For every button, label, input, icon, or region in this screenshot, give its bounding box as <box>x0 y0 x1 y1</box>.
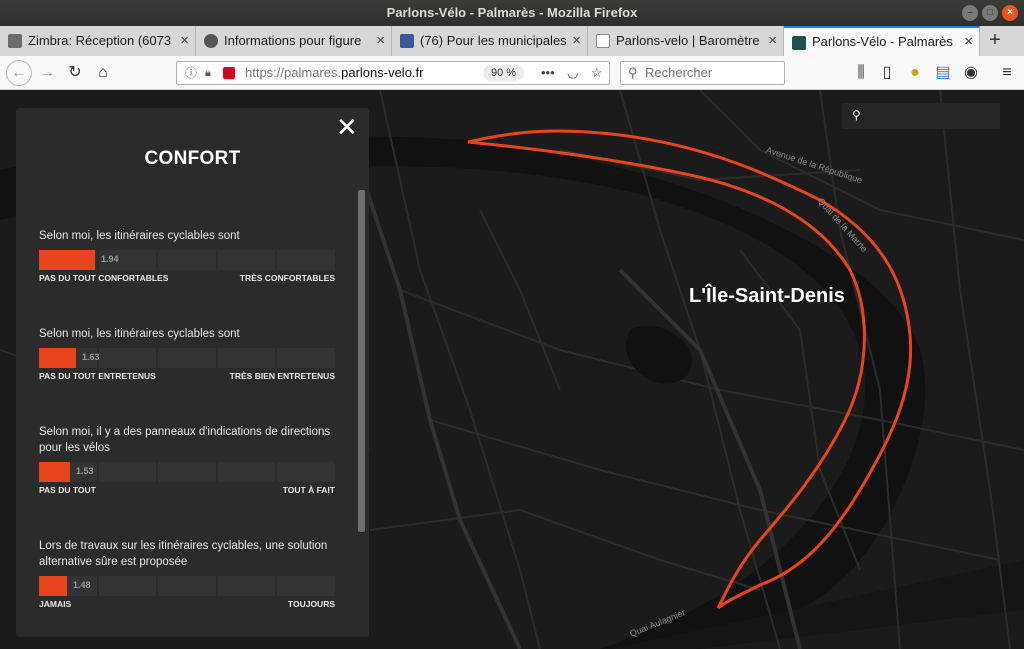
panel-scrollbar[interactable] <box>358 190 365 532</box>
scale-max-label: TOUT À FAIT <box>282 485 335 495</box>
reload-button[interactable]: ↻ <box>64 62 86 84</box>
zoom-indicator[interactable]: 90 % <box>483 65 525 81</box>
question-item: Selon moi, il y a des panneaux d'indicat… <box>39 424 339 497</box>
search-input[interactable]: ⚲ Rechercher <box>620 61 785 85</box>
question-item: Lors de travaux sur les itinéraires cycl… <box>39 538 339 611</box>
panel-title: CONFORT <box>144 148 241 169</box>
navigation-bar: ← → ↻ ⌂ ⓘ 🔒︎ https://palmares.parlons-ve… <box>0 56 1024 90</box>
score-value: 1.53 <box>76 466 94 476</box>
account-icon[interactable]: ◉ <box>960 62 982 84</box>
scale-labels: JAMAIS TOUJOURS <box>39 599 335 611</box>
extension-icon[interactable]: ● <box>904 62 926 84</box>
back-button[interactable]: ← <box>6 60 32 86</box>
score-bar: 1.48 <box>39 576 335 596</box>
close-icon[interactable]: ✕ <box>336 114 358 140</box>
scale-min-label: PAS DU TOUT ENTRETENUS <box>39 371 156 381</box>
menu-icon[interactable]: ≡ <box>996 62 1018 84</box>
question-item: Selon moi, les itinéraires cyclables son… <box>39 228 339 285</box>
score-fill <box>39 250 95 270</box>
tab-informations[interactable]: Informations pour figure × <box>196 26 392 56</box>
tracking-icon[interactable] <box>223 67 235 79</box>
page-actions-icon[interactable]: ••• <box>541 62 555 84</box>
search-icon: ⚲ <box>628 65 638 80</box>
tab-zimbra[interactable]: Zimbra: Réception (6073 × <box>0 26 196 56</box>
scale-min-label: JAMAIS <box>39 599 72 609</box>
scale-labels: PAS DU TOUT CONFORTABLES TRÈS CONFORTABL… <box>39 273 335 285</box>
window-controls: – □ × <box>962 5 1018 21</box>
score-bar: 1.63 <box>39 348 335 368</box>
score-bar: 1.94 <box>39 250 335 270</box>
url-text: https://palmares.parlons-velo.fr <box>245 65 424 80</box>
score-bar: 1.53 <box>39 462 335 482</box>
scale-max-label: TRÈS CONFORTABLES <box>239 273 335 283</box>
score-value: 1.48 <box>73 580 91 590</box>
search-icon: ⚲ <box>852 108 861 122</box>
tab-barometre[interactable]: Parlons-velo | Baromètre × <box>588 26 784 56</box>
scale-min-label: PAS DU TOUT CONFORTABLES <box>39 273 169 283</box>
home-button[interactable]: ⌂ <box>92 62 114 84</box>
url-bar[interactable]: ⓘ 🔒︎ https://palmares.parlons-velo.fr 90… <box>176 61 610 85</box>
minimize-button[interactable]: – <box>962 5 978 21</box>
close-tab-icon[interactable]: × <box>180 26 189 56</box>
scale-max-label: TOUJOURS <box>287 599 335 609</box>
window-title: Parlons-Vélo - Palmarès - Mozilla Firefo… <box>386 5 638 20</box>
window-titlebar: Parlons-Vélo - Palmarès - Mozilla Firefo… <box>0 0 1024 26</box>
question-text: Selon moi, les itinéraires cyclables son… <box>39 328 240 340</box>
sidebar-icon[interactable]: ▯ <box>876 62 898 84</box>
site-icon <box>792 36 806 50</box>
tab-label: Parlons-Vélo - Palmarès <box>812 34 953 49</box>
maximize-button[interactable]: □ <box>982 5 998 21</box>
tab-bar: Zimbra: Réception (6073 × Informations p… <box>0 26 1024 56</box>
score-fill <box>39 348 76 368</box>
facebook-icon <box>400 34 414 48</box>
close-window-button[interactable]: × <box>1002 5 1018 21</box>
library-icon[interactable]: ⫼ <box>850 62 872 84</box>
tab-label: Informations pour figure <box>224 33 362 48</box>
scale-labels: PAS DU TOUT TOUT À FAIT <box>39 485 335 497</box>
tab-palmares[interactable]: Parlons-Vélo - Palmarès × <box>784 26 980 56</box>
site-icon <box>204 34 218 48</box>
close-tab-icon[interactable]: × <box>572 26 581 56</box>
scale-max-label: TRÈS BIEN ENTRETENUS <box>229 371 335 381</box>
page-icon <box>596 34 610 48</box>
question-item: Selon moi, les itinéraires cyclables son… <box>39 326 339 383</box>
tab-facebook[interactable]: (76) Pour les municipales × <box>392 26 588 56</box>
score-fill <box>39 462 70 482</box>
tab-label: (76) Pour les municipales <box>420 33 567 48</box>
close-tab-icon[interactable]: × <box>964 28 973 56</box>
new-tab-button[interactable]: + <box>980 26 1010 56</box>
forward-button[interactable]: → <box>36 62 58 84</box>
score-value: 1.63 <box>82 352 100 362</box>
question-text: Selon moi, les itinéraires cyclables son… <box>39 230 240 242</box>
map-search-input[interactable]: ⚲ <box>842 103 1000 129</box>
lock-icon: 🔒︎ <box>205 67 211 79</box>
zimbra-icon <box>8 34 22 48</box>
score-fill <box>39 576 67 596</box>
question-text: Selon moi, il y a des panneaux d'indicat… <box>39 426 331 454</box>
city-label: L'Île-Saint-Denis <box>689 285 845 307</box>
document-icon[interactable]: ▤ <box>932 62 954 84</box>
scale-min-label: PAS DU TOUT <box>39 485 96 495</box>
question-text: Lors de travaux sur les itinéraires cycl… <box>39 540 328 568</box>
info-icon[interactable]: ⓘ <box>185 62 197 84</box>
comfort-panel: ✕ CONFORT Selon moi, les itinéraires cyc… <box>16 108 369 637</box>
score-value: 1.94 <box>101 254 119 264</box>
tab-label: Zimbra: Réception (6073 <box>28 33 172 48</box>
scale-labels: PAS DU TOUT ENTRETENUS TRÈS BIEN ENTRETE… <box>39 371 335 383</box>
tab-label: Parlons-velo | Baromètre <box>616 33 760 48</box>
close-tab-icon[interactable]: × <box>376 26 385 56</box>
close-tab-icon[interactable]: × <box>768 26 777 56</box>
search-placeholder: Rechercher <box>645 65 713 80</box>
bookmark-star-icon[interactable]: ☆ <box>591 62 603 84</box>
pocket-icon[interactable]: ◡ <box>567 62 578 84</box>
